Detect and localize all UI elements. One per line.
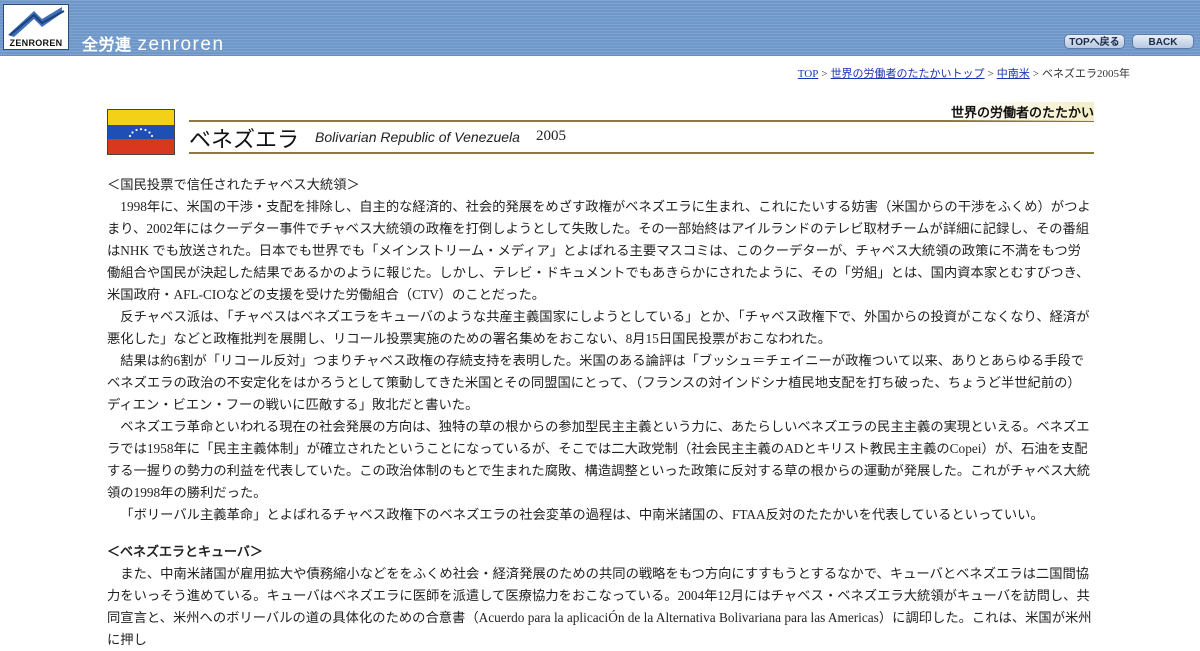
breadcrumb-separator: > [821, 68, 827, 80]
section-header: 世界の労働者のたたかい [189, 100, 1094, 122]
article-paragraph: また、中南米諸国が雇用拡大や債務縮小などををふくめ社会・経済発展のための共同の戦… [107, 563, 1094, 651]
breadcrumb-link-top[interactable]: TOP [798, 68, 819, 80]
flag-stars-icon [108, 125, 174, 140]
breadcrumb-separator: > [1033, 68, 1039, 80]
breadcrumb-current: ベネズエラ2005年 [1042, 68, 1130, 80]
country-english-name: Bolivarian Republic of Venezuela [315, 129, 520, 145]
section-label: 世界の労働者のたたかい [947, 102, 1094, 121]
country-name: ベネズエラ [189, 122, 299, 154]
site-name: 全労連 zenroren [82, 31, 225, 56]
logo-emblem-icon [4, 5, 68, 39]
article-body: ＜国民投票で信任されたチャベス大統領＞ 1998年に、米国の干渉・支配を排除し、… [107, 174, 1094, 651]
breadcrumb: TOP>世界の労働者のたたかいトップ>中南米>ベネズエラ2005年 [798, 65, 1130, 81]
article-subheading: ＜ベネズエラとキューバ＞ [107, 541, 1094, 563]
top-button[interactable]: TOPへ戻る [1064, 34, 1125, 49]
country-year: 2005 [536, 128, 566, 145]
flag-stripe-yellow [108, 110, 174, 125]
back-button[interactable]: BACK [1132, 34, 1194, 49]
breadcrumb-link-world[interactable]: 世界の労働者のたたかいトップ [831, 68, 985, 80]
zenroren-logo[interactable]: ZENROREN [3, 4, 69, 50]
article-paragraph: 1998年に、米国の干渉・支配を排除し、自主的な経済的、社会的発展をめざす政権が… [107, 196, 1094, 306]
country-title: ベネズエラ Bolivarian Republic of Venezuela 2… [189, 122, 1094, 154]
article-paragraph: 反チャベス派は、「チャベスはベネズエラをキューバのような共産主義国家にしようとし… [107, 306, 1094, 350]
logo-wordmark: ZENROREN [4, 38, 68, 48]
article-heading: ＜国民投票で信任されたチャベス大統領＞ [107, 174, 1094, 196]
article-paragraph: 「ボリーバル主義革命」とよばれるチャベス政権下のベネズエラの社会変革の過程は、中… [107, 504, 1094, 526]
site-name-en: zenroren [138, 34, 225, 55]
site-name-jp: 全労連 [82, 37, 132, 54]
breadcrumb-link-latin-america[interactable]: 中南米 [997, 68, 1030, 80]
breadcrumb-separator: > [988, 68, 994, 80]
flag-stripe-red [108, 139, 174, 154]
venezuela-flag [107, 109, 175, 155]
article-paragraph: ベネズエラ革命といわれる現在の社会発展の方向は、独特の草の根からの参加型民主主義… [107, 416, 1094, 504]
flag-stripe-blue [108, 125, 174, 140]
article-paragraph: 結果は約6割が「リコール反対」つまりチャベス政権の存続支持を表明した。米国のある… [107, 350, 1094, 416]
site-header: ZENROREN 全労連 zenroren TOPへ戻る BACK [0, 0, 1200, 56]
